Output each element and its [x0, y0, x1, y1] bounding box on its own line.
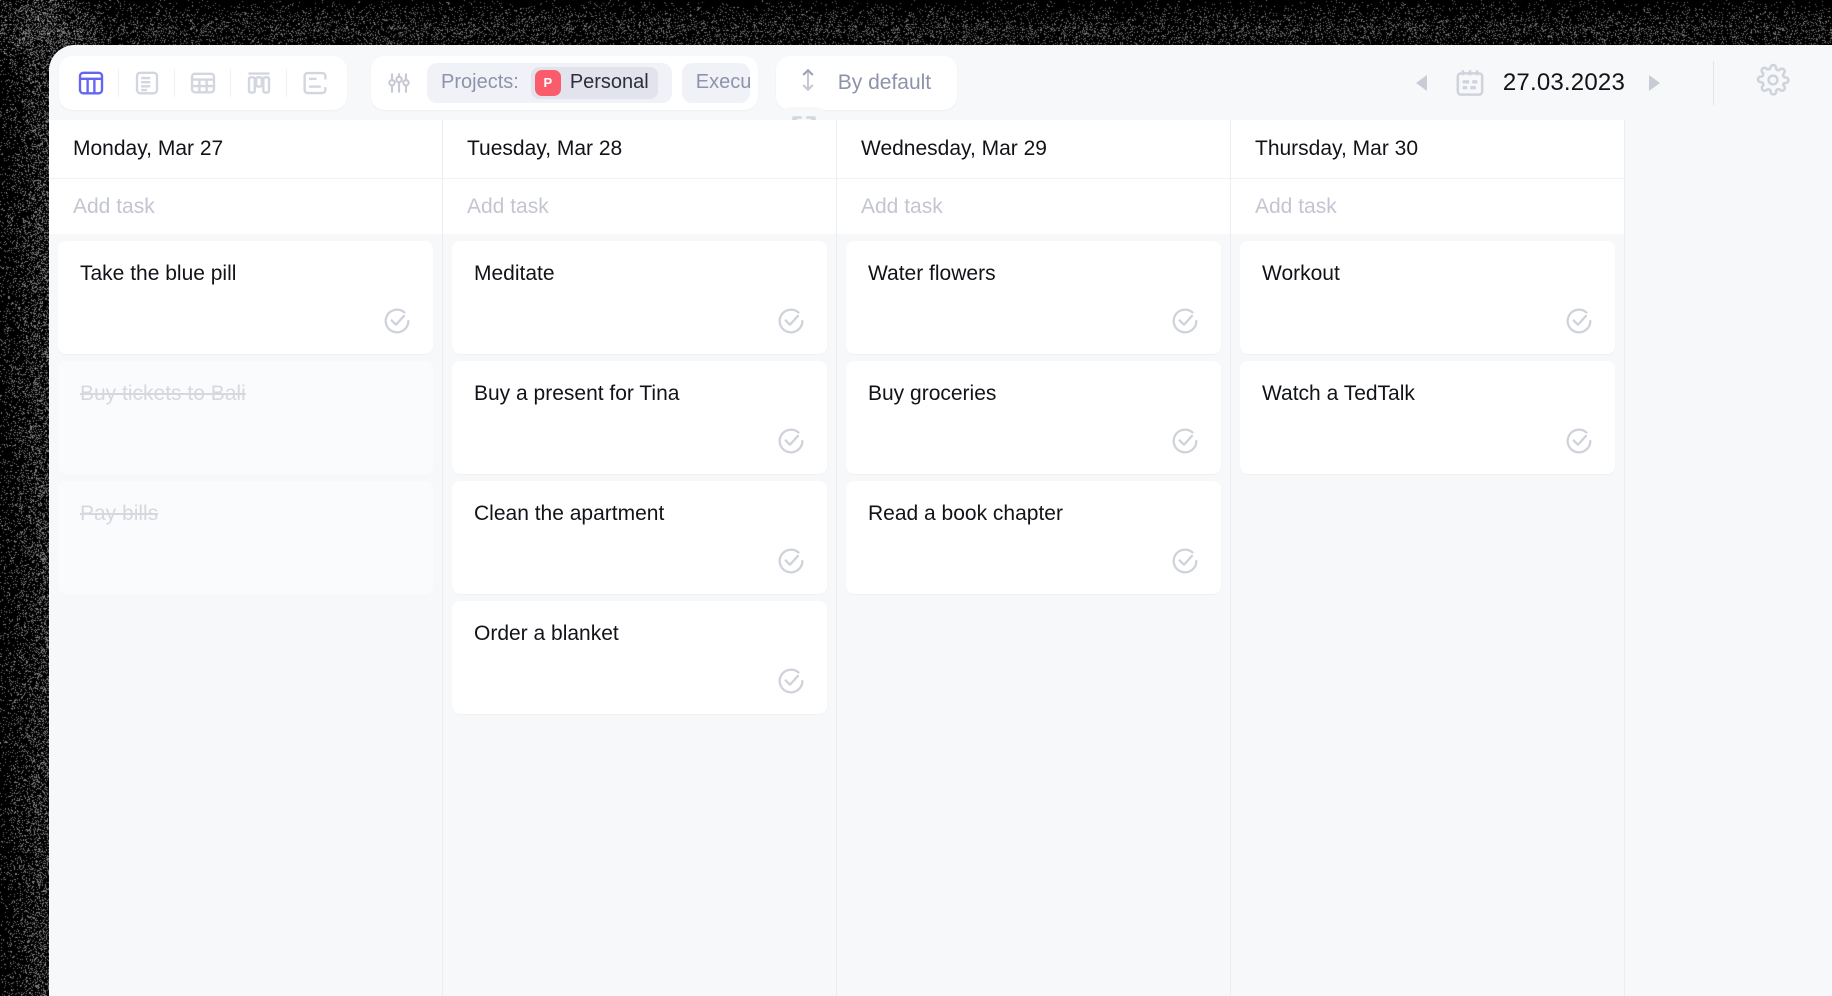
current-date[interactable]: 27.03.2023	[1503, 69, 1625, 97]
task-title: Order a blanket	[474, 621, 805, 647]
task-title: Read a book chapter	[868, 501, 1199, 527]
task-title: Meditate	[474, 261, 805, 287]
prev-arrow-icon[interactable]	[1409, 68, 1437, 98]
task-card[interactable]: Meditate	[452, 241, 827, 354]
complete-task-checkbox[interactable]	[1169, 305, 1201, 337]
executors-filter-label: Execu	[696, 71, 750, 94]
task-title: Clean the apartment	[474, 501, 805, 527]
timeline-icon	[300, 68, 330, 98]
next-arrow-icon[interactable]	[1639, 68, 1667, 98]
week-board: Monday, Mar 27 Add task Take the blue pi…	[49, 120, 1832, 996]
day-column-3: Wednesday, Mar 29 Add task Water flowers…	[837, 120, 1231, 996]
sort-label: By default	[838, 71, 931, 95]
day-column-header: Wednesday, Mar 29	[837, 120, 1230, 178]
day-column-header: Monday, Mar 27	[49, 120, 442, 178]
complete-task-checkbox[interactable]	[775, 305, 807, 337]
complete-task-checkbox[interactable]	[1563, 305, 1595, 337]
date-navigator: 27.03.2023	[1409, 60, 1832, 106]
day-label: Tuesday, Mar 28	[467, 137, 622, 161]
task-card[interactable]: Buy groceries	[846, 361, 1221, 474]
project-badge: P	[535, 70, 561, 96]
board-icon	[76, 68, 106, 98]
complete-task-checkbox[interactable]	[775, 545, 807, 577]
add-task-placeholder: Add task	[861, 195, 943, 219]
project-name: Personal	[570, 71, 649, 94]
day-column-4: Thursday, Mar 30 Add task Workout Watch …	[1231, 120, 1625, 996]
task-title: Watch a TedTalk	[1262, 381, 1593, 407]
table-icon	[188, 68, 218, 98]
projects-filter-chip[interactable]: Projects: P Personal	[427, 63, 672, 103]
board-view-button[interactable]	[63, 60, 119, 106]
add-task-input[interactable]: Add task	[837, 178, 1230, 234]
task-title: Buy a present for Tina	[474, 381, 805, 407]
filter-group: Projects: P Personal Execu	[371, 56, 758, 110]
list-icon	[132, 68, 162, 98]
sort-control[interactable]: By default	[776, 56, 957, 110]
calendar-icon[interactable]	[1453, 66, 1487, 100]
day-column-header: Thursday, Mar 30	[1231, 120, 1624, 178]
complete-task-checkbox[interactable]	[381, 305, 413, 337]
task-card[interactable]: Buy a present for Tina	[452, 361, 827, 474]
complete-task-checkbox[interactable]	[1563, 425, 1595, 457]
day-column-2: Tuesday, Mar 28 Add task Meditate Buy a …	[443, 120, 837, 996]
task-title: Take the blue pill	[80, 261, 411, 287]
task-card[interactable]: Buy tickets to Bali	[58, 361, 433, 474]
task-title: Pay bills	[80, 501, 411, 527]
add-task-placeholder: Add task	[467, 195, 549, 219]
task-title: Buy groceries	[868, 381, 1199, 407]
task-list: Workout Watch a TedTalk	[1231, 234, 1624, 996]
day-column-1: Monday, Mar 27 Add task Take the blue pi…	[49, 120, 443, 996]
add-task-placeholder: Add task	[1255, 195, 1337, 219]
task-card[interactable]: Order a blanket	[452, 601, 827, 714]
task-list: Take the blue pill Buy tickets to Bali P…	[49, 234, 442, 996]
task-list: Water flowers Buy groceries Read a book …	[837, 234, 1230, 996]
toolbar: Projects: P Personal Execu By default 27…	[49, 45, 1832, 120]
table-view-button[interactable]	[175, 60, 231, 106]
task-card[interactable]: Pay bills	[58, 481, 433, 594]
kanban-icon	[244, 68, 274, 98]
day-label: Monday, Mar 27	[73, 137, 223, 161]
complete-task-checkbox[interactable]	[1169, 425, 1201, 457]
toolbar-divider	[1713, 61, 1714, 105]
task-title: Workout	[1262, 261, 1593, 287]
kanban-view-button[interactable]	[231, 60, 287, 106]
task-card[interactable]: Take the blue pill	[58, 241, 433, 354]
project-value: P Personal	[531, 67, 658, 99]
add-task-input[interactable]: Add task	[1231, 178, 1624, 234]
day-label: Wednesday, Mar 29	[861, 137, 1047, 161]
task-card[interactable]: Read a book chapter	[846, 481, 1221, 594]
settings-button[interactable]	[1750, 60, 1796, 106]
app-window: Projects: P Personal Execu By default 27…	[49, 45, 1832, 996]
task-card[interactable]: Watch a TedTalk	[1240, 361, 1615, 474]
task-title: Buy tickets to Bali	[80, 381, 411, 407]
complete-task-checkbox[interactable]	[1169, 545, 1201, 577]
sort-arrows-icon	[796, 66, 820, 99]
add-task-input[interactable]: Add task	[49, 178, 442, 234]
day-label: Thursday, Mar 30	[1255, 137, 1418, 161]
add-task-input[interactable]: Add task	[443, 178, 836, 234]
view-switcher	[59, 56, 347, 110]
task-list: Meditate Buy a present for Tina Clean th…	[443, 234, 836, 996]
timeline-view-button[interactable]	[287, 60, 343, 106]
projects-filter-label: Projects:	[441, 71, 519, 94]
list-view-button[interactable]	[119, 60, 175, 106]
gear-icon	[1756, 63, 1790, 102]
task-title: Water flowers	[868, 261, 1199, 287]
executors-filter-chip[interactable]: Execu	[682, 63, 750, 103]
sliders-icon[interactable]	[385, 69, 413, 97]
complete-task-checkbox[interactable]	[775, 425, 807, 457]
task-card[interactable]: Workout	[1240, 241, 1615, 354]
task-card[interactable]: Water flowers	[846, 241, 1221, 354]
complete-task-checkbox[interactable]	[775, 665, 807, 697]
add-task-placeholder: Add task	[73, 195, 155, 219]
day-column-header: Tuesday, Mar 28	[443, 120, 836, 178]
task-card[interactable]: Clean the apartment	[452, 481, 827, 594]
